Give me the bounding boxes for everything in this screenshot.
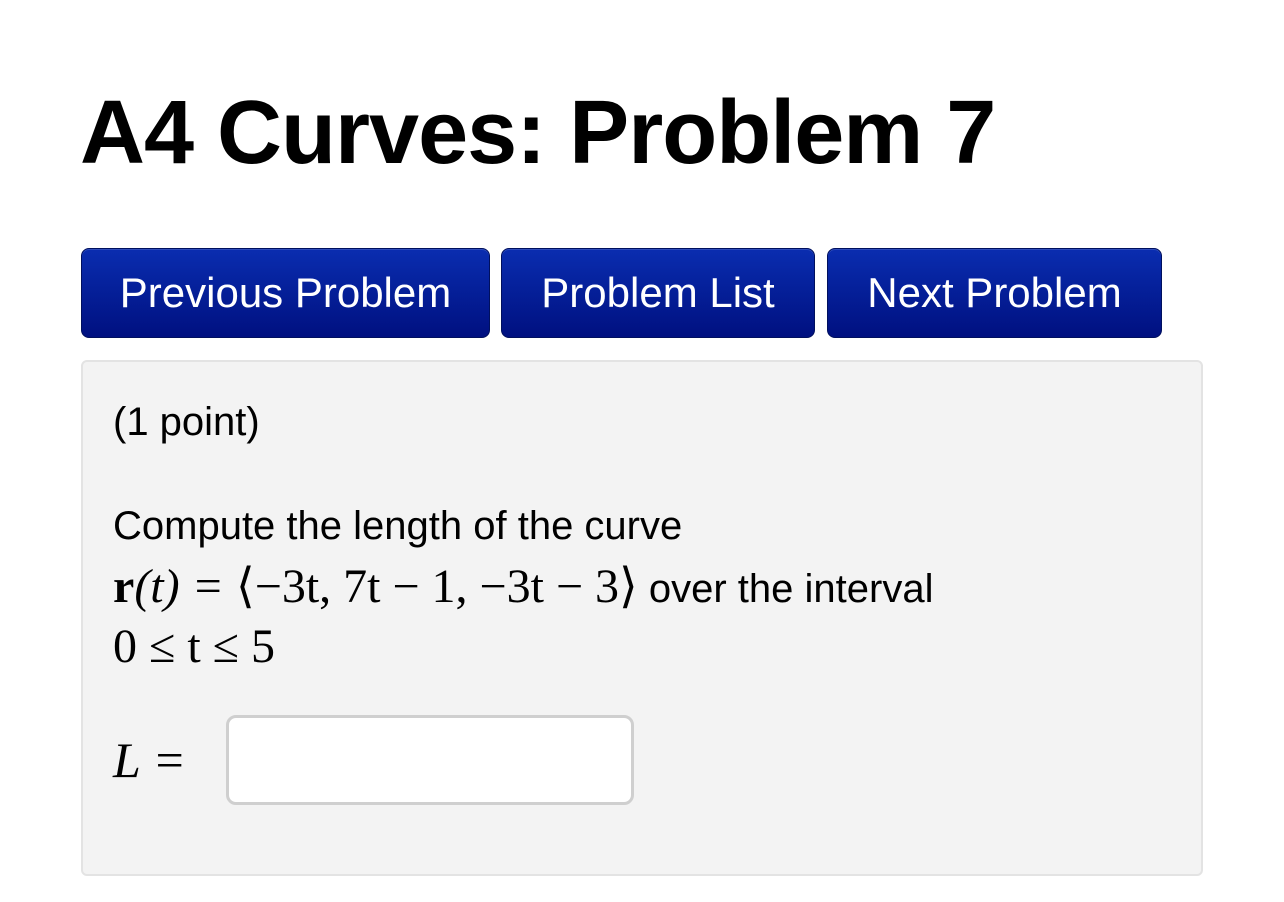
- next-problem-button[interactable]: Next Problem: [827, 248, 1162, 338]
- previous-problem-button[interactable]: Previous Problem: [81, 248, 490, 338]
- formula-lhs: (t) =: [134, 560, 237, 613]
- answer-label-text: L =: [113, 732, 187, 788]
- answer-label: L =: [113, 730, 186, 790]
- problem-points: (1 point): [113, 400, 260, 444]
- problem-panel: (1 point) Compute the length of the curv…: [81, 360, 1203, 876]
- curve-formula: r(t) = ⟨−3t, 7t − 1, −3t − 3⟩: [113, 560, 638, 613]
- vector-symbol: r: [113, 560, 135, 613]
- formula-rhs: ⟨−3t, 7t − 1, −3t − 3⟩: [236, 560, 638, 613]
- answer-input[interactable]: [226, 715, 634, 805]
- interval-text: over the interval: [637, 567, 934, 611]
- interval-line: 0 ≤ t ≤ 5: [113, 620, 275, 674]
- problem-prompt: Compute the length of the curve: [113, 504, 683, 548]
- curve-formula-line: r(t) = ⟨−3t, 7t − 1, −3t − 3⟩ over the i…: [113, 560, 933, 616]
- problem-list-button[interactable]: Problem List: [501, 248, 815, 338]
- interval-formula: 0 ≤ t ≤ 5: [113, 620, 276, 673]
- page-title: A4 Curves: Problem 7: [80, 83, 996, 183]
